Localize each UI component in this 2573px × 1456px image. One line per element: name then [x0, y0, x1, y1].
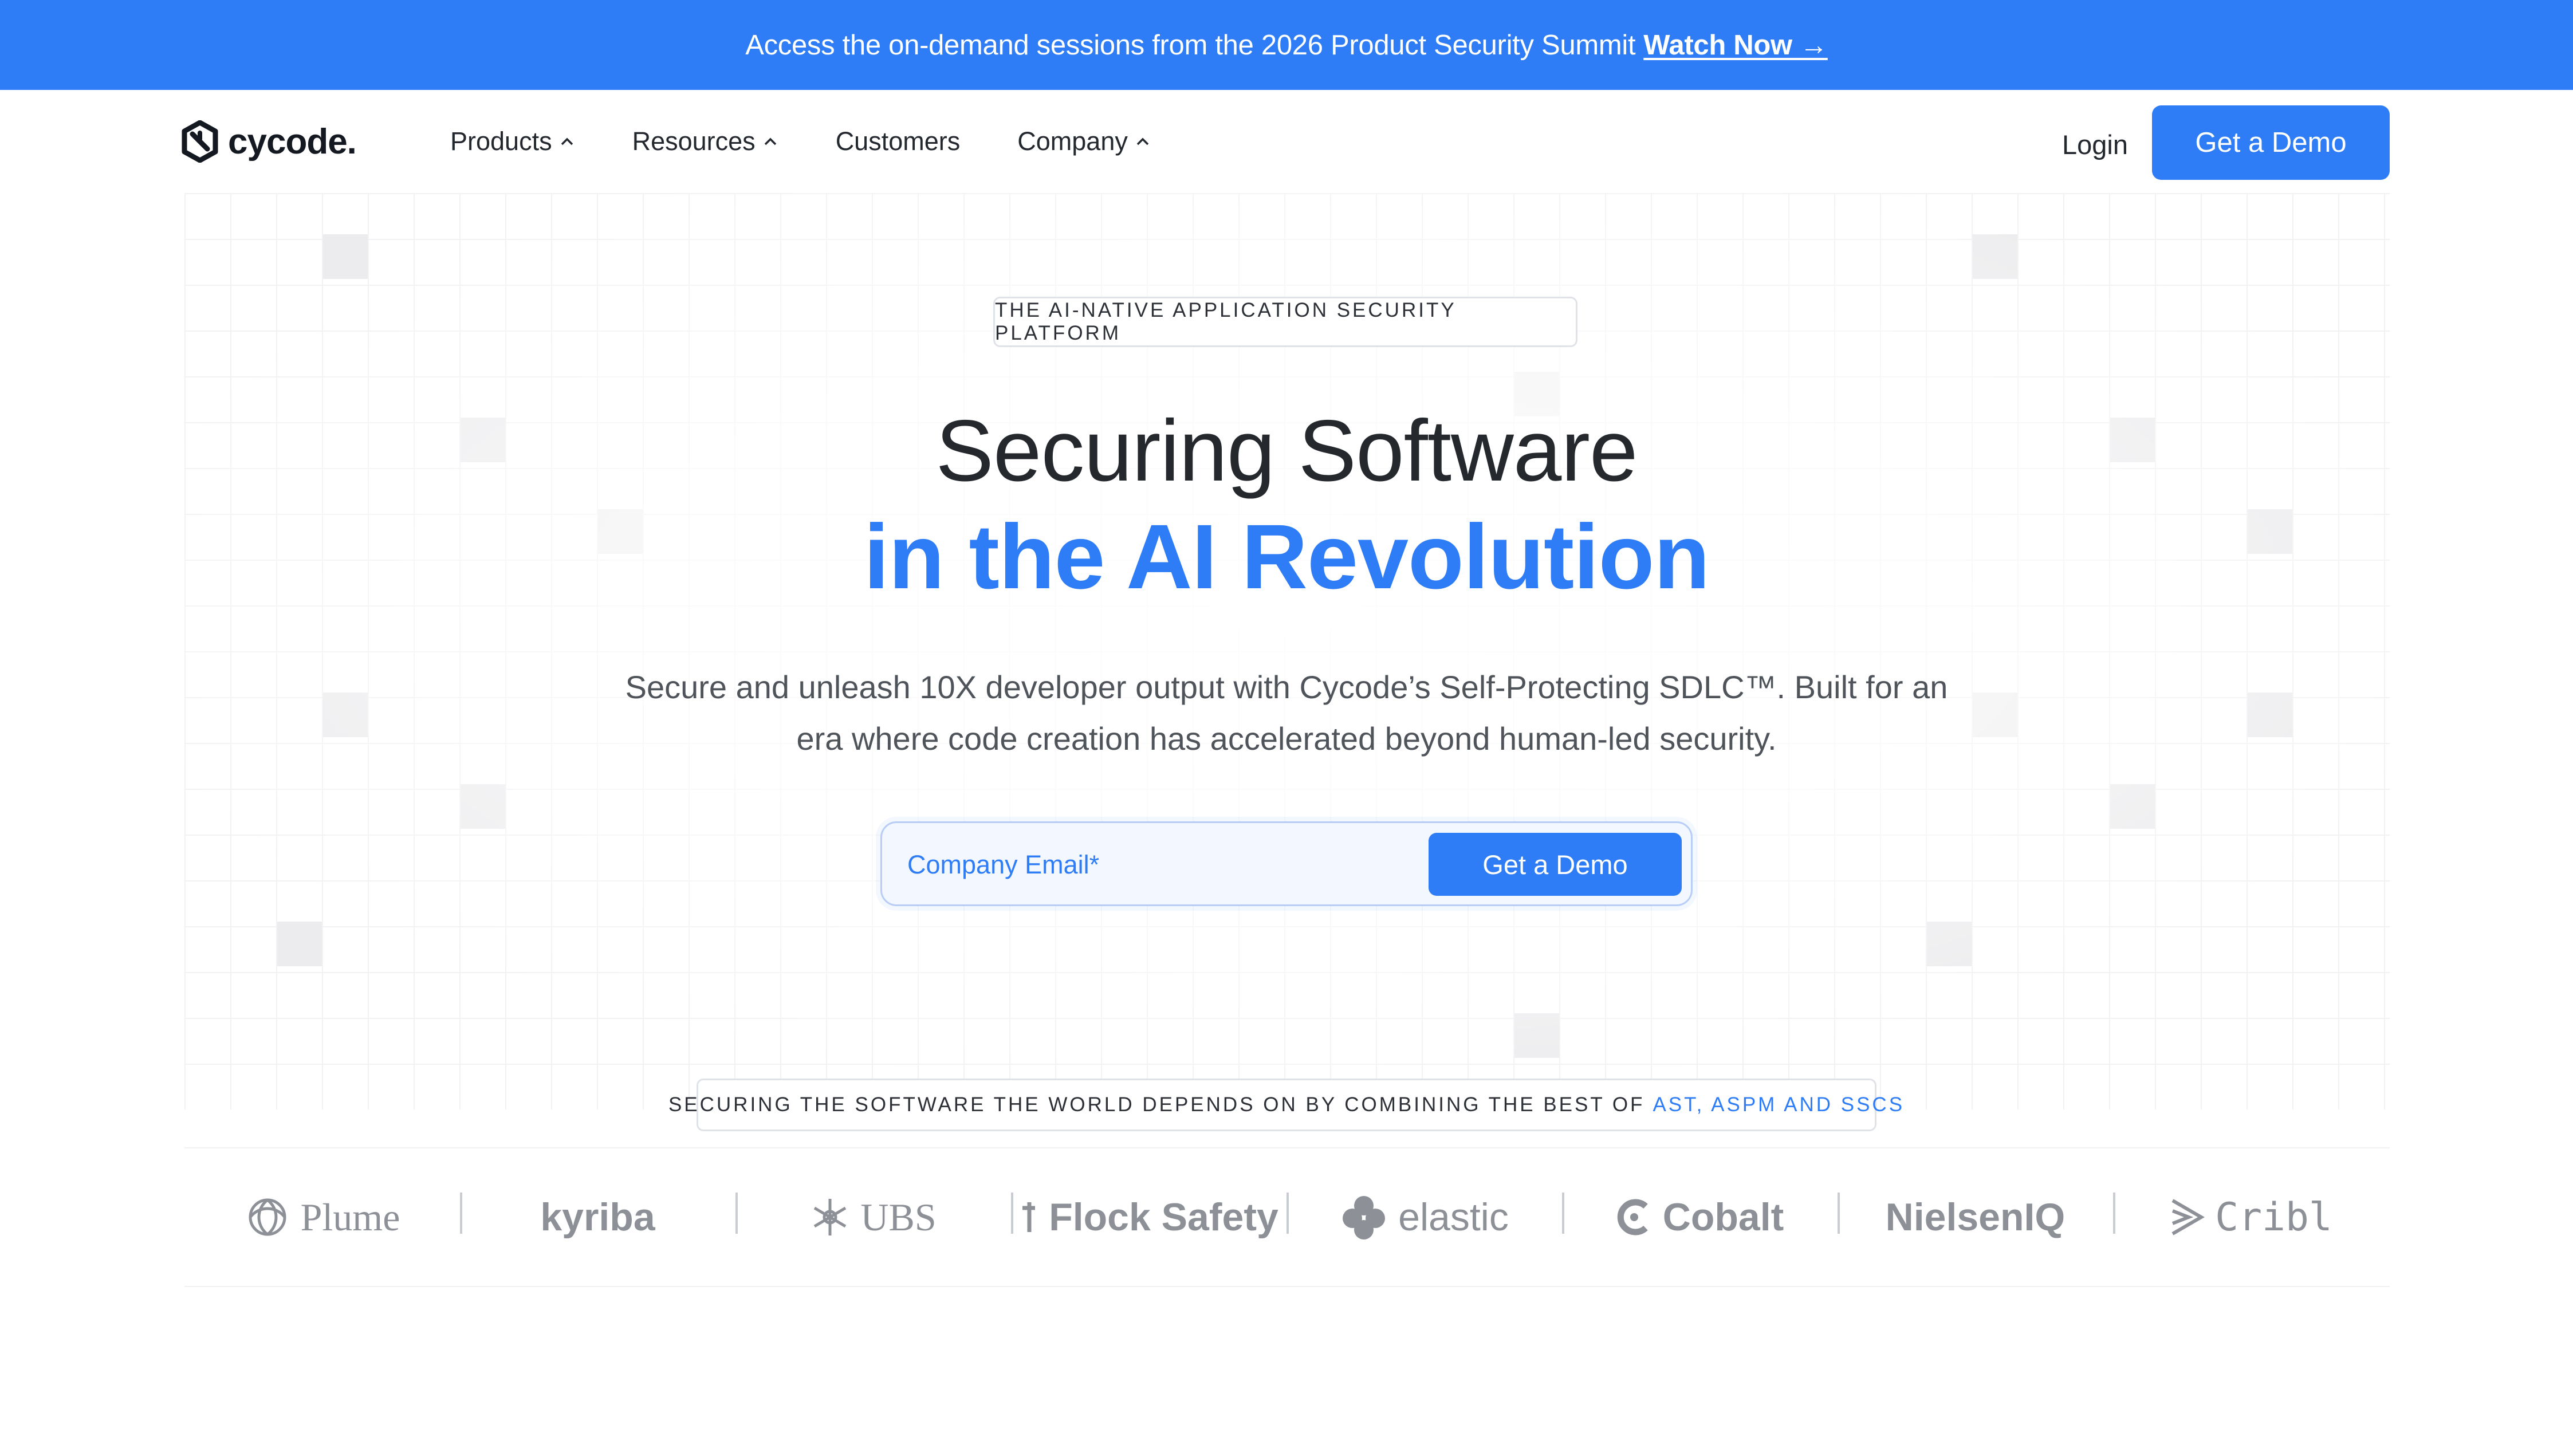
- nav-item-label: Resources: [632, 127, 756, 156]
- hero-headline-line1: Securing Software: [935, 402, 1638, 499]
- customer-logo-ubs: UBS: [735, 1168, 1011, 1266]
- logo-name: Cribl: [2215, 1194, 2332, 1240]
- announcement-bar: Access the on-demand sessions from the 2…: [0, 0, 2573, 90]
- divider: [184, 1147, 2390, 1148]
- ubs-keys-icon: [810, 1195, 850, 1239]
- cribl-lines-icon: [2169, 1197, 2205, 1237]
- trust-badge: SECURING THE SOFTWARE THE WORLD DEPENDS …: [668, 1079, 1902, 1131]
- customer-logo-kyriba: kyriba: [460, 1168, 735, 1266]
- plume-swirl-icon: [245, 1194, 290, 1240]
- logo-wordmark: cycode.: [228, 121, 357, 162]
- nav-item-company[interactable]: Company: [1017, 127, 1151, 156]
- elastic-cluster-icon: [1340, 1193, 1388, 1241]
- cycode-mark-icon: [182, 120, 218, 163]
- trust-text: SECURING THE SOFTWARE THE WORLD DEPENDS …: [668, 1093, 1645, 1116]
- flock-icon: [1019, 1200, 1038, 1234]
- customer-logo-cribl: Cribl: [2113, 1168, 2389, 1266]
- main-menu: Products Resources Customers Company: [450, 90, 1208, 193]
- chevron-up-icon: [764, 137, 776, 145]
- chevron-up-icon: [561, 137, 573, 145]
- cobalt-c-icon: [1616, 1197, 1653, 1237]
- get-demo-button[interactable]: Get a Demo: [2152, 105, 2390, 180]
- logo-name: Plume: [300, 1195, 400, 1239]
- top-nav: cycode. Products Resources Customers Com…: [0, 90, 2573, 193]
- login-link[interactable]: Login: [2062, 129, 2128, 160]
- cycode-logo[interactable]: cycode.: [181, 120, 357, 163]
- nav-item-label: Products: [450, 127, 552, 156]
- hero-eyebrow-badge: THE AI-NATIVE APPLICATION SECURITY PLATF…: [993, 297, 1577, 347]
- divider: [184, 1286, 2390, 1287]
- logo-name: kyriba: [540, 1195, 655, 1239]
- logo-name: NielsenIQ: [1885, 1195, 2066, 1239]
- customer-logo-plume: Plume: [184, 1168, 460, 1266]
- chevron-up-icon: [1136, 137, 1149, 145]
- trust-highlight: AST, ASPM AND SSCS: [1653, 1093, 1905, 1116]
- logo-name: elastic: [1398, 1195, 1509, 1239]
- hero-subtext: Secure and unleash 10X developer output …: [625, 669, 1948, 757]
- customer-logo-flock-safety: Flock Safety: [1011, 1168, 1287, 1266]
- customer-logo-nielseniq: NielsenIQ: [1838, 1168, 2113, 1266]
- nav-item-resources[interactable]: Resources: [632, 127, 778, 156]
- customer-logo-cobalt: Cobalt: [1562, 1168, 1838, 1266]
- logo-name: Flock Safety: [1049, 1195, 1278, 1239]
- customer-logo-elastic: elastic: [1287, 1168, 1562, 1266]
- hero-headline-line2: in the AI Revolution: [863, 505, 1710, 608]
- demo-request-form: Get a Demo: [880, 821, 1693, 906]
- nav-item-label: Customers: [835, 127, 961, 156]
- company-email-input[interactable]: [906, 844, 1413, 886]
- nav-item-customers[interactable]: Customers: [836, 127, 961, 156]
- watch-now-link[interactable]: Watch Now →: [1643, 29, 1828, 61]
- logo-name: UBS: [860, 1195, 937, 1239]
- form-get-demo-button[interactable]: Get a Demo: [1429, 833, 1682, 896]
- customer-logo-row: Plume kyriba UBS Flock Safety elastic Co…: [184, 1168, 2390, 1266]
- nav-item-products[interactable]: Products: [450, 127, 575, 156]
- nav-item-label: Company: [1017, 127, 1128, 156]
- logo-name: Cobalt: [1662, 1195, 1784, 1239]
- announcement-text: Access the on-demand sessions from the 2…: [745, 29, 1636, 61]
